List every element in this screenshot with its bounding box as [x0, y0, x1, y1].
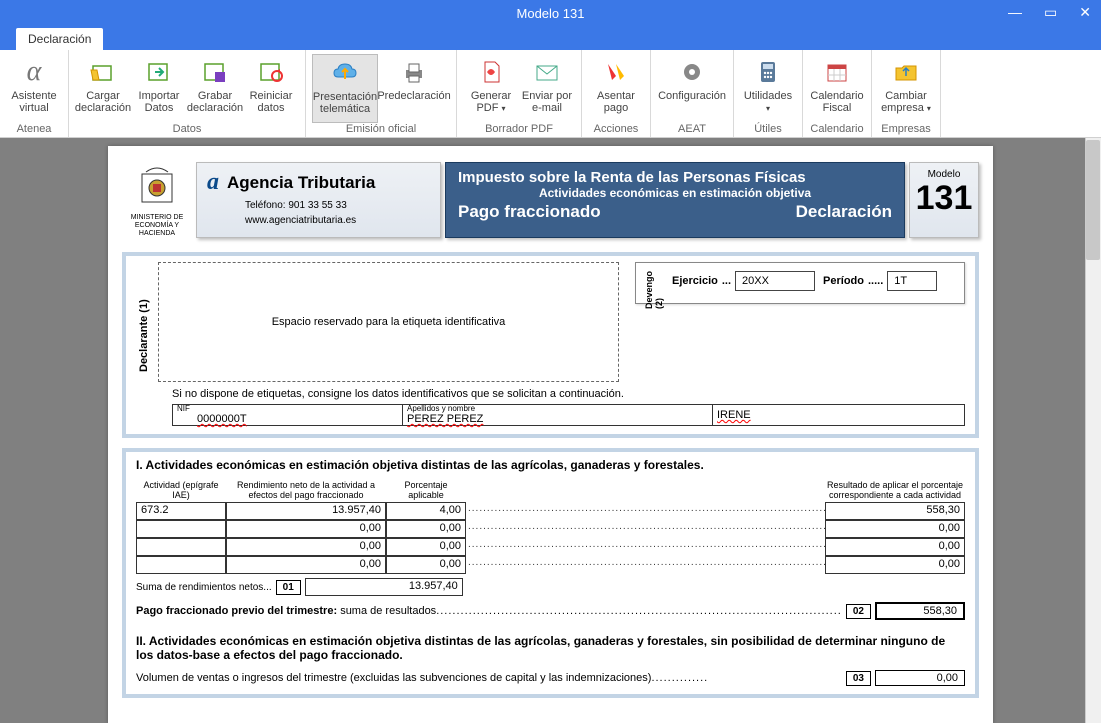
utilidades-button[interactable]: Utilidades ▾: [740, 54, 796, 123]
group-label-emision: Emisión oficial: [312, 123, 450, 135]
porcentaje-cell[interactable]: 4,00: [386, 502, 466, 520]
close-button[interactable]: ✕: [1073, 2, 1097, 23]
calendario-fiscal-button[interactable]: Calendario Fiscal: [809, 54, 865, 123]
devengo-box: Devengo (2) Ejercicio... Período.....: [635, 262, 965, 304]
enviar-email-button[interactable]: Enviar por e-mail: [519, 54, 575, 123]
title-box: Impuesto sobre la Renta de las Personas …: [445, 162, 905, 238]
gear-icon: [676, 56, 708, 88]
tabstrip: Declaración: [0, 26, 1101, 50]
document-viewport: MINISTERIO DE ECONOMÍA Y HACIENDA a Agen…: [0, 138, 1101, 723]
box-02: 02: [846, 604, 871, 619]
agency-logo-icon: a: [207, 169, 219, 196]
volumen-value[interactable]: 0,00: [875, 670, 965, 686]
group-label-empresas: Empresas: [878, 123, 934, 135]
group-label-borrador: Borrador PDF: [463, 123, 575, 135]
alpha-icon: α: [18, 56, 50, 88]
actividad-cell[interactable]: [136, 556, 226, 574]
presentacion-telematica-button[interactable]: Presentación telemática: [312, 54, 378, 123]
section-ii-title: II. Actividades económicas en estimación…: [136, 634, 965, 662]
etiqueta-placeholder: Espacio reservado para la etiqueta ident…: [158, 262, 619, 382]
group-label-aeat: AEAT: [657, 123, 727, 135]
scrollbar-thumb[interactable]: [1086, 140, 1100, 260]
configuracion-button[interactable]: Configuración: [657, 54, 727, 123]
titlebar: Modelo 131 — ▭ ✕: [0, 0, 1101, 26]
box-03: 03: [846, 671, 871, 686]
agency-box: a Agencia Tributaria Teléfono: 901 33 55…: [196, 162, 441, 238]
resultado-cell[interactable]: 558,30: [825, 502, 965, 520]
reiniciar-datos-button[interactable]: Reiniciar datos: [243, 54, 299, 123]
rendimiento-cell[interactable]: 0,00: [226, 556, 386, 574]
box-01: 01: [276, 580, 301, 595]
group-label-utiles: Útiles: [740, 123, 796, 135]
folder-switch-icon: [890, 56, 922, 88]
grabar-declaracion-button[interactable]: Grabar declaración: [187, 54, 243, 123]
agency-name: Agencia Tributaria: [227, 173, 375, 193]
nombre-value[interactable]: IRENE: [717, 409, 960, 421]
tab-declaracion[interactable]: Declaración: [16, 28, 103, 50]
pago-value[interactable]: 558,30: [875, 602, 965, 620]
form-page: MINISTERIO DE ECONOMÍA Y HACIENDA a Agen…: [108, 146, 993, 723]
group-label-acciones: Acciones: [588, 123, 644, 135]
ejercicio-input[interactable]: [735, 271, 815, 291]
scrollbar[interactable]: [1085, 138, 1101, 723]
asentar-pago-button[interactable]: Asentar pago: [588, 54, 644, 123]
calculator-icon: [752, 56, 784, 88]
porcentaje-cell[interactable]: 0,00: [386, 538, 466, 556]
crest-icon: [136, 162, 178, 210]
asistente-virtual-button[interactable]: α Asistente virtual: [6, 54, 62, 123]
group-label-atenea: Atenea: [6, 123, 62, 135]
actividad-cell[interactable]: 673.2: [136, 502, 226, 520]
actividad-cell[interactable]: [136, 538, 226, 556]
activity-table: Actividad (epígrafe IAE) Rendimiento net…: [136, 480, 965, 574]
email-icon: [531, 56, 563, 88]
nif-value[interactable]: 0000000T: [197, 413, 398, 425]
declarante-label: Declarante (1): [136, 262, 152, 382]
save-icon: [199, 56, 231, 88]
nif-note: Si no dispone de etiquetas, consigne los…: [172, 388, 965, 400]
window-title: Modelo 131: [517, 6, 585, 21]
resultado-cell[interactable]: 0,00: [825, 538, 965, 556]
rendimiento-cell[interactable]: 0,00: [226, 520, 386, 538]
section-i-title: I. Actividades económicas en estimación …: [136, 458, 965, 472]
devengo-vertical-label: Devengo (2): [644, 271, 664, 309]
cloud-upload-icon: [329, 57, 361, 89]
periodo-input[interactable]: [887, 271, 937, 291]
porcentaje-cell[interactable]: 0,00: [386, 556, 466, 574]
rendimiento-cell[interactable]: 0,00: [226, 538, 386, 556]
printer-icon: [398, 56, 430, 88]
actividad-cell[interactable]: [136, 520, 226, 538]
pdf-icon: [475, 56, 507, 88]
generar-pdf-button[interactable]: Generar PDF ▾: [463, 54, 519, 123]
ministry-crest: MINISTERIO DE ECONOMÍA Y HACIENDA: [122, 162, 192, 238]
suma-value[interactable]: 13.957,40: [305, 578, 463, 596]
apellidos-value[interactable]: PEREZ PEREZ: [407, 413, 708, 425]
importar-datos-button[interactable]: Importar Datos: [131, 54, 187, 123]
modelo-box: Modelo 131: [909, 162, 979, 238]
calendar-icon: [821, 56, 853, 88]
maximize-button[interactable]: ▭: [1038, 2, 1063, 23]
import-icon: [143, 56, 175, 88]
porcentaje-cell[interactable]: 0,00: [386, 520, 466, 538]
group-label-datos: Datos: [75, 123, 299, 135]
resultado-cell[interactable]: 0,00: [825, 520, 965, 538]
reset-icon: [255, 56, 287, 88]
resultado-cell[interactable]: 0,00: [825, 556, 965, 574]
payment-icon: [600, 56, 632, 88]
group-label-calendario: Calendario: [809, 123, 865, 135]
cargar-declaracion-button[interactable]: Cargar declaración: [75, 54, 131, 123]
ribbon: α Asistente virtual Atenea Cargar declar…: [0, 50, 1101, 138]
cambiar-empresa-button[interactable]: Cambiar empresa ▾: [878, 54, 934, 123]
rendimiento-cell[interactable]: 13.957,40: [226, 502, 386, 520]
predeclaracion-button[interactable]: Predeclaración: [378, 54, 450, 123]
folder-open-icon: [87, 56, 119, 88]
minimize-button[interactable]: —: [1002, 2, 1028, 23]
nif-row: NIF 0000000T Apellidos y nombre PEREZ PE…: [172, 404, 965, 426]
